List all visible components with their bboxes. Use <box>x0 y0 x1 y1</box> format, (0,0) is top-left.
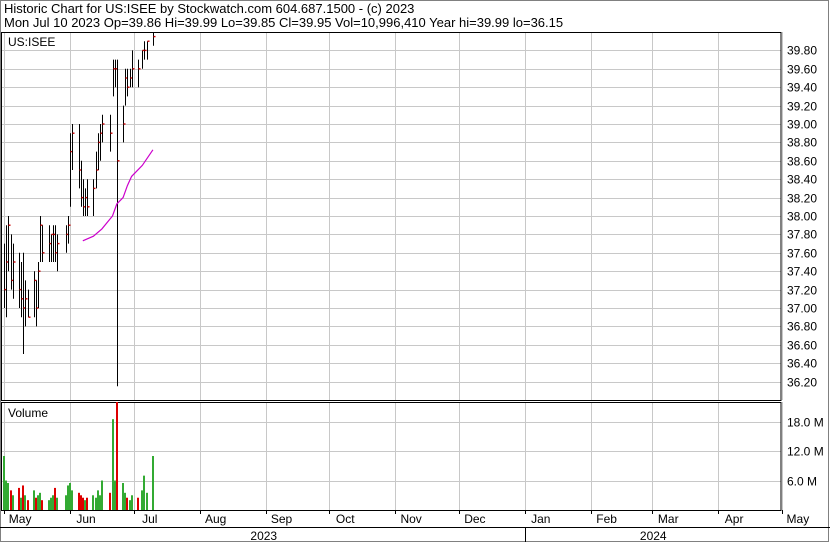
x-axis-month-label: May <box>787 512 810 526</box>
x-axis-month-label: May <box>9 512 32 526</box>
volume-bar <box>41 500 43 510</box>
volume-bar <box>129 500 131 510</box>
volume-bar <box>141 490 143 510</box>
price-y-tick-label: 36.80 <box>787 320 817 334</box>
price-y-tick-label: 37.00 <box>787 302 817 316</box>
volume-bar <box>146 492 148 510</box>
volume-bar <box>24 495 26 510</box>
volume-bar <box>92 495 94 510</box>
volume-bar <box>131 495 133 510</box>
x-axis-month-label: Feb <box>596 512 617 526</box>
x-axis-month-label: Nov <box>400 512 421 526</box>
volume-bar <box>71 490 73 510</box>
volume-label: Volume <box>8 406 48 420</box>
volume-bar <box>35 497 37 510</box>
volume-bar <box>27 500 29 510</box>
volume-bar <box>114 480 116 510</box>
price-y-tick-label: 39.40 <box>787 81 817 95</box>
x-axis-year-label: 2024 <box>640 529 667 543</box>
volume-bar <box>67 485 69 510</box>
volume-bar <box>22 485 24 510</box>
volume-bar <box>10 490 12 510</box>
volume-bar <box>65 495 67 510</box>
price-y-tick-label: 39.20 <box>787 100 817 114</box>
volume-bar <box>48 500 50 510</box>
volume-panel-frame <box>1 402 782 511</box>
symbol-label: US:ISEE <box>8 35 55 49</box>
volume-bar <box>50 497 52 510</box>
volume-bar <box>37 495 39 510</box>
price-y-tick-label: 37.80 <box>787 228 817 242</box>
volume-bar <box>97 490 99 510</box>
x-axis-month-label: Apr <box>725 512 744 526</box>
volume-bar <box>7 483 9 510</box>
x-axis-month-label: Jul <box>142 512 157 526</box>
volume-bar <box>112 419 114 510</box>
volume-bar <box>109 492 111 510</box>
volume-bar <box>39 492 41 510</box>
price-y-tick-label: 37.20 <box>787 284 817 298</box>
volume-bar <box>18 487 20 510</box>
volume-bar <box>84 500 86 510</box>
volume-bar <box>82 497 84 510</box>
volume-y-tick-label: 12.0 M <box>787 445 824 459</box>
price-y-tick-label: 39.80 <box>787 44 817 58</box>
price-y-tick-label: 39.00 <box>787 118 817 132</box>
volume-bar <box>33 490 35 510</box>
volume-bar <box>95 497 97 510</box>
price-y-tick-label: 39.60 <box>787 63 817 77</box>
volume-bar <box>137 497 139 510</box>
volume-bar <box>56 497 58 510</box>
price-y-tick-label: 37.40 <box>787 265 817 279</box>
stock-chart: 39.80 39.60 39.40 39.20 39.00 38.80 38.60 38.40… <box>0 0 830 543</box>
volume-bar <box>20 497 22 510</box>
volume-bar <box>12 495 14 510</box>
volume-y-tick-label: 18.0 M <box>787 416 824 430</box>
x-axis-year-label: 2023 <box>250 529 277 543</box>
volume-bar <box>124 492 126 510</box>
volume-bar <box>143 475 145 510</box>
volume-bar <box>3 456 5 510</box>
volume-bar <box>116 402 118 510</box>
price-y-tick-label: 38.20 <box>787 192 817 206</box>
price-y-tick-label: 37.60 <box>787 247 817 261</box>
price-y-tick-label: 38.60 <box>787 155 817 169</box>
volume-bar <box>126 497 128 510</box>
price-y-tick-label: 38.80 <box>787 136 817 150</box>
x-axis-month-label: Jan <box>531 512 550 526</box>
volume-bar <box>101 480 103 510</box>
price-y-tick-label: 36.40 <box>787 357 817 371</box>
volume-bar <box>99 495 101 510</box>
volume-bar <box>54 487 56 510</box>
volume-bar <box>52 495 54 510</box>
price-y-tick-label: 38.00 <box>787 210 817 224</box>
volume-bar <box>86 497 88 510</box>
price-y-tick-label: 38.40 <box>787 173 817 187</box>
volume-y-tick-label: 6.0 M <box>787 475 817 489</box>
volume-bar <box>122 483 124 510</box>
volume-bar <box>152 456 154 510</box>
price-y-tick-label: 36.60 <box>787 339 817 353</box>
volume-bar <box>78 492 80 510</box>
x-axis-month-label: Sep <box>271 512 293 526</box>
x-axis-month-label: Oct <box>336 512 355 526</box>
volume-bar <box>80 495 82 510</box>
x-axis-month-label: Jun <box>76 512 95 526</box>
x-axis-month-label: Dec <box>464 512 485 526</box>
price-y-tick-label: 36.20 <box>787 376 817 390</box>
volume-bar <box>5 480 7 510</box>
x-axis-month-label: Mar <box>658 512 679 526</box>
volume-bar <box>69 483 71 510</box>
x-axis-month-label: Aug <box>205 512 226 526</box>
